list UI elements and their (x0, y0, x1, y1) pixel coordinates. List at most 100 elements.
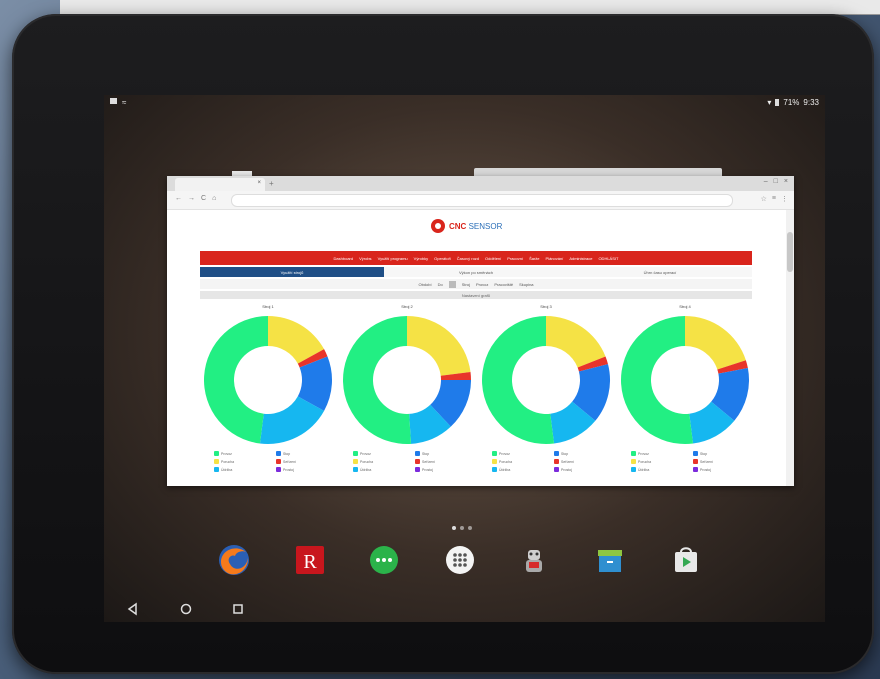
donut-slice-porucha[interactable] (407, 316, 471, 376)
donut-chart[interactable] (203, 315, 333, 445)
legend-item[interactable]: Prostoj (276, 467, 334, 472)
donut-slice-porucha[interactable] (546, 316, 606, 368)
legend-item[interactable]: Údržba (214, 467, 272, 472)
scroll-thumb[interactable] (787, 232, 793, 272)
sub-tabs: Využití strojů Výkon po směnách Úhrn čas… (200, 267, 752, 277)
firefox-icon[interactable] (216, 542, 252, 578)
legend-item[interactable]: Stop (554, 451, 612, 456)
forward-icon[interactable]: → (188, 195, 195, 202)
legend-item[interactable]: Stop (693, 451, 751, 456)
legend-label: Údržba (360, 467, 372, 472)
browser-window[interactable]: × + – □ × ← → C ⌂ ☆ ≡ ⋮ CNC SENSOR Dashb… (167, 176, 794, 486)
legend-item[interactable]: Provoz (214, 451, 272, 456)
robot-app-icon[interactable] (516, 542, 552, 578)
filter-period[interactable]: Období (418, 282, 431, 287)
menu-item[interactable]: Administrace (569, 256, 592, 261)
filter-to[interactable]: Do (438, 282, 443, 287)
legend-item[interactable]: Stop (276, 451, 334, 456)
menu-item[interactable]: Výrobky (414, 256, 428, 261)
logout-menu-item[interactable]: ODHLÁSIT (598, 256, 618, 261)
chart-title: Stroj 2 (401, 304, 413, 309)
home-icon[interactable] (179, 602, 193, 616)
bookmark-star-icon[interactable]: ☆ (761, 195, 767, 203)
menu-item[interactable]: Operátoři (434, 256, 451, 261)
filter-group[interactable]: Skupina (519, 282, 533, 287)
back-icon[interactable] (126, 602, 140, 616)
legend-item[interactable]: Údržba (353, 467, 411, 472)
legend-item[interactable]: Seřízení (554, 459, 612, 464)
app-drawer-icon[interactable] (442, 542, 478, 578)
archive-app-icon[interactable] (592, 542, 628, 578)
play-store-icon[interactable] (668, 542, 704, 578)
legend-item[interactable]: Údržba (631, 467, 689, 472)
page-scrollbar[interactable] (786, 210, 794, 486)
close-tab-icon[interactable]: × (257, 180, 261, 186)
legend-item[interactable]: Provoz (353, 451, 411, 456)
more-icon[interactable]: ⋮ (781, 195, 788, 203)
filter-workplace[interactable]: Pracoviště (494, 282, 513, 287)
legend-label: Údržba (499, 467, 511, 472)
menu-item[interactable]: Plánování (546, 256, 564, 261)
legend-item[interactable]: Údržba (492, 467, 550, 472)
legend-label: Provoz (221, 451, 232, 456)
legend-item[interactable]: Seřízení (415, 459, 473, 464)
donut-slice-provoz[interactable] (343, 316, 412, 444)
legend-swatch (631, 451, 636, 456)
menu-item[interactable]: Šarže (529, 256, 539, 261)
address-bar[interactable] (231, 194, 733, 207)
donut-chart[interactable] (481, 315, 611, 445)
battery-text: 71% (783, 98, 800, 107)
legend-item[interactable]: Stop (415, 451, 473, 456)
legend-item[interactable]: Prostoj (415, 467, 473, 472)
site-logo[interactable]: CNC SENSOR (431, 219, 502, 233)
calendar-icon[interactable] (448, 280, 456, 288)
menu-icon[interactable]: ≡ (772, 195, 776, 203)
donut-chart[interactable] (620, 315, 750, 445)
browser-tab[interactable]: × (175, 178, 265, 191)
maximize-icon[interactable]: □ (774, 178, 778, 185)
legend-item[interactable]: Provoz (492, 451, 550, 456)
legend-item[interactable]: Porucha (353, 459, 411, 464)
home-icon[interactable]: ⌂ (212, 195, 216, 202)
chart-settings-bar[interactable]: Nastavení grafů (200, 291, 752, 299)
page-dot (460, 526, 464, 530)
menu-item[interactable]: Oddělení (485, 256, 501, 261)
minimize-icon[interactable]: – (764, 178, 768, 185)
donut-slice-porucha[interactable] (685, 316, 746, 370)
legend-swatch (415, 459, 420, 464)
legend-swatch (554, 451, 559, 456)
legend-item[interactable]: Seřízení (276, 459, 334, 464)
subtab-shift-performance[interactable]: Výkon po směnách (384, 267, 568, 277)
back-icon[interactable]: ← (175, 195, 182, 202)
filter-machine[interactable]: Stroj (462, 282, 470, 287)
legend-item[interactable]: Porucha (631, 459, 689, 464)
r-app-icon[interactable]: R (292, 542, 328, 578)
subtab-machine-usage[interactable]: Využití strojů (200, 267, 384, 277)
menu-item[interactable]: Dashboard (334, 256, 354, 261)
close-window-icon[interactable]: × (784, 178, 788, 185)
legend-item[interactable]: Porucha (492, 459, 550, 464)
recents-icon[interactable] (231, 602, 245, 616)
menu-item[interactable]: Časový rozd (457, 256, 479, 261)
donut-chart[interactable] (342, 315, 472, 445)
messenger-icon[interactable] (366, 542, 402, 578)
filter-bar: Období Do Stroj Provoz Pracoviště Skupin… (200, 279, 752, 289)
reload-icon[interactable]: C (201, 195, 206, 202)
legend-swatch (631, 459, 636, 464)
donut-slice-provoz[interactable] (203, 316, 268, 444)
subtab-operation-time[interactable]: Úhrn času operací (568, 267, 752, 277)
legend-item[interactable]: Provoz (631, 451, 689, 456)
legend-item[interactable]: Porucha (214, 459, 272, 464)
browser-toolbar: ← → C ⌂ ☆ ≡ ⋮ (167, 191, 794, 210)
menu-item[interactable]: Využití programu (378, 256, 408, 261)
legend-item[interactable]: Seřízení (693, 459, 751, 464)
donut-slice-provoz[interactable] (482, 316, 555, 444)
menu-item[interactable]: Výrobs (359, 256, 371, 261)
filter-operation[interactable]: Provoz (476, 282, 488, 287)
legend-label: Porucha (638, 459, 652, 464)
donut-slice-provoz[interactable] (621, 316, 694, 444)
legend-item[interactable]: Prostoj (554, 467, 612, 472)
new-tab-button[interactable]: + (269, 179, 274, 188)
legend-item[interactable]: Prostoj (693, 467, 751, 472)
menu-item[interactable]: Pracovní (507, 256, 523, 261)
